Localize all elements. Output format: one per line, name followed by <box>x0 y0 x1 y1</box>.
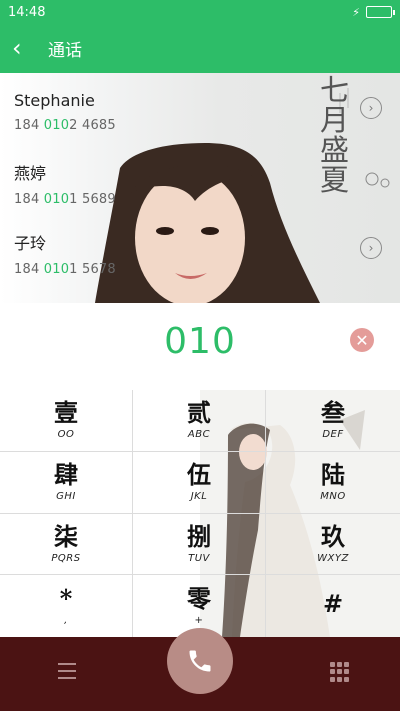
status-bar: 14:48 ⚡ <box>0 0 400 24</box>
number-match: 010 <box>43 262 70 277</box>
keypad-grid: 壹 OO 贰 ABC 叁 DEF 肆 GHI 伍 JKL 陆 MNO 柒 PQRS 捌 TUV … <box>0 390 400 637</box>
number-match: 010 <box>43 192 70 207</box>
contact-name: 子玲 <box>14 234 47 253</box>
number-suffix: 2 4685 <box>69 118 116 133</box>
contact-name: 燕婷 <box>14 164 47 183</box>
charging-icon: ⚡ <box>352 5 360 19</box>
app-bar: 14:48 ⚡ ‹ 通话 <box>0 0 400 73</box>
number-match: 010 <box>43 118 70 133</box>
key-7[interactable]: 柒 PQRS <box>0 514 133 575</box>
dialed-number: 010 <box>164 321 236 362</box>
menu-icon[interactable] <box>58 663 76 679</box>
contact-number: 184 0102 4685 <box>14 118 374 133</box>
contact-results: 七月盛夏 Stephanie 184 0102 4685 › 燕婷 184 01… <box>0 73 400 303</box>
key-letters: MNO <box>320 491 346 502</box>
battery-icon <box>366 6 395 18</box>
status-time: 14:48 <box>8 4 46 20</box>
contact-detail-chevron-icon[interactable]: › <box>360 97 382 119</box>
key-glyph: 叁 <box>321 398 345 427</box>
key-glyph: 陆 <box>321 460 345 489</box>
key-9[interactable]: 玖 WXYZ <box>266 514 400 575</box>
status-icons: ⚡ <box>352 5 395 19</box>
key-glyph: 肆 <box>54 460 78 489</box>
contact-detail-chevron-icon[interactable]: › <box>360 237 382 259</box>
call-button[interactable] <box>167 628 233 694</box>
bottom-bar <box>0 628 400 711</box>
key-letters: TUV <box>188 552 210 564</box>
keypad: 壹 OO 贰 ABC 叁 DEF 肆 GHI 伍 JKL 陆 MNO 柒 PQRS 捌 TUV … <box>0 390 400 637</box>
key-letters: GHI <box>56 491 76 502</box>
key-5[interactable]: 伍 JKL <box>133 452 266 514</box>
number-prefix: 184 <box>14 262 44 277</box>
contact-number: 184 0101 5678 <box>14 262 374 277</box>
contact-row[interactable]: Stephanie 184 0102 4685 <box>14 91 374 133</box>
number-suffix: 1 5678 <box>69 262 116 277</box>
key-3[interactable]: 叁 DEF <box>266 390 400 452</box>
key-6[interactable]: 陆 MNO <box>266 452 400 514</box>
key-glyph: * <box>59 583 73 613</box>
key-letters: ABC <box>187 429 211 440</box>
key-glyph: 捌 <box>187 521 211 551</box>
key-letters: WXYZ <box>317 552 349 564</box>
clear-icon[interactable]: ✕ <box>350 328 374 352</box>
key-glyph: 壹 <box>54 398 78 427</box>
contact-name: Stephanie <box>14 91 95 110</box>
contact-number: 184 0101 5689 <box>14 192 374 207</box>
key-glyph: 柒 <box>54 521 78 551</box>
phone-icon <box>189 650 211 672</box>
dial-readout: 010 ✕ <box>0 303 400 390</box>
key-1[interactable]: 壹 OO <box>0 390 133 452</box>
back-chevron-icon[interactable]: ‹ <box>12 36 36 60</box>
key-letters: PQRS <box>51 552 81 564</box>
key-4[interactable]: 肆 GHI <box>0 452 133 514</box>
dialpad-icon[interactable] <box>330 662 350 682</box>
number-suffix: 1 5689 <box>69 192 116 207</box>
contact-row[interactable]: 子玲 184 0101 5678 <box>14 230 374 277</box>
key-star[interactable]: *, <box>0 575 133 637</box>
header: ‹ 通话 <box>0 24 400 73</box>
key-glyph: # <box>322 589 344 618</box>
key-letters: + <box>194 614 204 626</box>
key-glyph: 贰 <box>187 398 211 427</box>
key-letters: , <box>64 614 68 626</box>
key-hash[interactable]: # <box>266 575 400 637</box>
key-8[interactable]: 捌 TUV <box>133 514 266 575</box>
key-glyph: 零 <box>187 583 211 613</box>
key-glyph: 玖 <box>321 521 345 551</box>
page-title: 通话 <box>48 41 82 61</box>
key-2[interactable]: 贰 ABC <box>133 390 266 452</box>
number-prefix: 184 <box>14 192 44 207</box>
contact-row[interactable]: 燕婷 184 0101 5689 <box>14 160 374 207</box>
key-letters: JKL <box>190 491 208 502</box>
number-prefix: 184 <box>14 118 44 133</box>
key-letters: OO <box>57 429 75 440</box>
key-letters: DEF <box>322 429 344 440</box>
key-glyph: 伍 <box>187 460 211 489</box>
